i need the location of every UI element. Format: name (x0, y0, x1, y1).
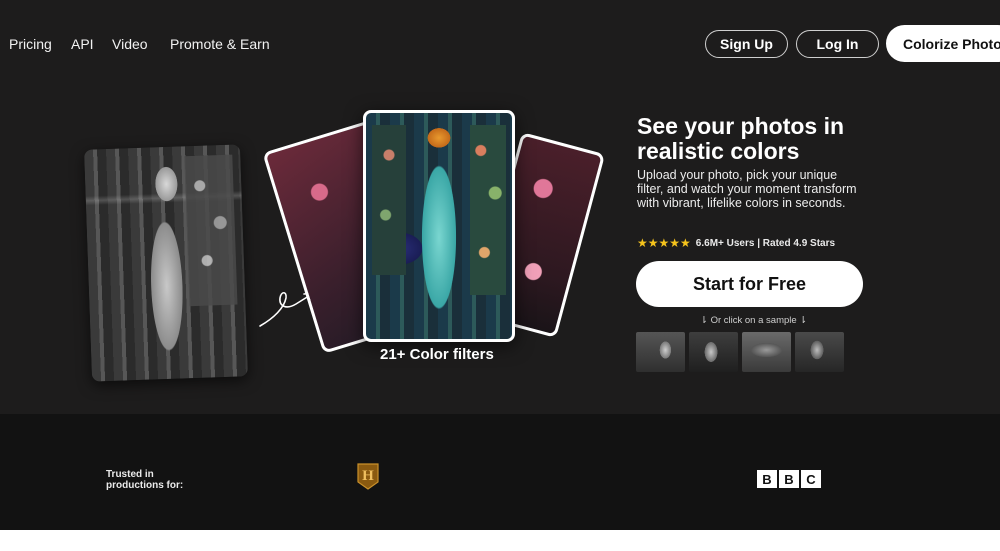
star-rating-icon: ★★★★★ (637, 236, 691, 250)
start-for-free-button[interactable]: Start for Free (636, 261, 863, 307)
rating-row: ★★★★★ 6.6M+ Users | Rated 4.9 Stars (637, 236, 835, 250)
sample-thumbnail[interactable] (689, 332, 738, 372)
page: Pricing API Video Promote & Earn Sign Up… (0, 0, 1000, 551)
sample-thumbnail[interactable] (795, 332, 844, 372)
bbc-letter: B (779, 470, 799, 488)
rating-text: 6.6M+ Users | Rated 4.9 Stars (695, 237, 836, 249)
bbc-letter: C (801, 470, 821, 488)
colorize-photo-button[interactable]: Colorize Photo (886, 25, 1000, 62)
nav-promote-link[interactable]: Promote & Earn (170, 36, 270, 52)
sign-up-button[interactable]: Sign Up (705, 30, 788, 58)
sample-thumbnail[interactable] (742, 332, 791, 372)
hero-section: Pricing API Video Promote & Earn Sign Up… (0, 0, 1000, 414)
nav-video-link[interactable]: Video (112, 36, 148, 52)
color-filter-card-center (363, 110, 515, 342)
log-in-button[interactable]: Log In (796, 30, 879, 58)
bw-floral-screen (184, 154, 238, 307)
hero-title: See your photos in realistic colors (637, 113, 845, 164)
bw-original-photo (83, 144, 249, 382)
floral-panel-left (372, 125, 406, 275)
trusted-label: Trusted in productions for: (106, 469, 184, 491)
hero-description: Upload your photo, pick your unique filt… (637, 168, 857, 210)
sample-thumbnail[interactable] (636, 332, 685, 372)
floral-panel-right (470, 125, 506, 295)
history-channel-logo: H (357, 463, 379, 490)
bbc-letter: B (757, 470, 777, 488)
svg-text:H: H (362, 468, 374, 484)
nav-api-link[interactable]: API (71, 36, 94, 52)
color-filters-label: 21+ Color filters (380, 346, 494, 363)
nav-pricing-link[interactable]: Pricing (9, 36, 52, 52)
bbc-logo: B B C (757, 470, 821, 488)
page-bottom-edge (0, 530, 1000, 551)
sample-hint: ⇂ Or click on a sample ⇂ (700, 315, 808, 326)
